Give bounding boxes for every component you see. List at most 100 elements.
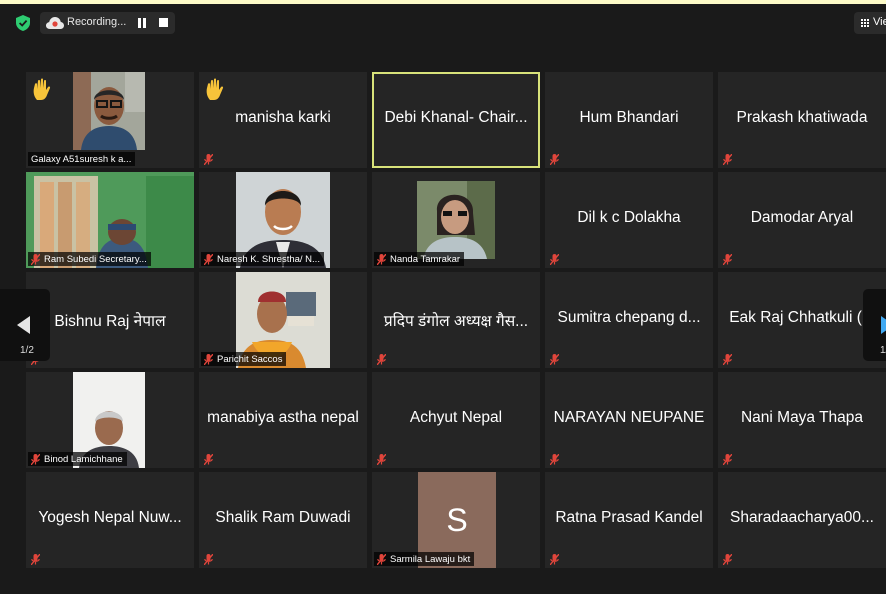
muted-mic-icon [377, 553, 386, 565]
participant-tile-active-speaker[interactable]: Debi Khanal- Chair... [372, 72, 540, 168]
participant-name: Parichit Saccos [217, 353, 283, 365]
participant-tile[interactable]: Nanda Tamrakar [372, 172, 540, 268]
participant-label-tag: Ram Subedi Secretary... [28, 252, 151, 266]
participant-name: Sharadaacharya00... [730, 509, 874, 526]
participant-name: Bishnu Raj नेपाल [54, 313, 166, 330]
participant-tile[interactable]: Nani Maya Thapa [718, 372, 886, 468]
participant-name: Debi Khanal- Chair... [384, 109, 528, 126]
muted-mic-icon [204, 554, 213, 565]
muted-mic-icon [204, 253, 213, 265]
participant-tile[interactable]: Ratna Prasad Kandel [545, 472, 713, 568]
participant-video [417, 181, 495, 259]
participant-name: Ram Subedi Secretary... [44, 253, 147, 265]
participant-tile[interactable]: Hum Bhandari [545, 72, 713, 168]
participant-label-tag: Binod Lamichhane [28, 452, 127, 466]
muted-mic-icon [31, 253, 40, 265]
participant-name: Galaxy A51suresh k a... [31, 153, 132, 165]
participant-tile[interactable]: Ram Subedi Secretary... [26, 172, 194, 268]
participant-name: manisha karki [235, 109, 331, 126]
chevron-left-icon [17, 316, 30, 334]
next-page-button[interactable]: 1/ [863, 289, 886, 361]
muted-mic-icon [550, 354, 559, 365]
participant-tile[interactable]: S Sarmila Lawaju bkt [372, 472, 540, 568]
participant-name: Eak Raj Chhatkuli (... [729, 309, 875, 326]
page-indicator: 1/ [880, 345, 886, 356]
chevron-right-icon [881, 316, 886, 334]
participant-name: Sumitra chepang d... [557, 309, 701, 326]
muted-mic-icon [377, 454, 386, 465]
view-button[interactable]: Vie [854, 12, 886, 34]
participant-tile[interactable]: Eak Raj Chhatkuli (... [718, 272, 886, 368]
participant-tile[interactable]: Naresh K. Shrestha/ N... [199, 172, 367, 268]
participant-name: Achyut Nepal [409, 409, 503, 426]
participant-label-tag: Parichit Saccos [201, 352, 287, 366]
participant-tile[interactable]: Galaxy A51suresh k a... [26, 72, 194, 168]
participant-name: Nanda Tamrakar [390, 253, 461, 265]
participant-name: Yogesh Nepal Nuw... [38, 509, 182, 526]
participant-tile[interactable]: Binod Lamichhane [26, 372, 194, 468]
participant-name: Prakash khatiwada [736, 109, 868, 126]
participant-tile[interactable]: Prakash khatiwada [718, 72, 886, 168]
participant-name: Binod Lamichhane [44, 453, 123, 465]
participant-tile[interactable]: Parichit Saccos [199, 272, 367, 368]
zoom-meeting-window: Recording... Vie Galaxy A51suresh k a... [0, 4, 886, 594]
shield-check-icon[interactable] [16, 15, 30, 31]
participant-tile[interactable]: Achyut Nepal [372, 372, 540, 468]
muted-mic-icon [723, 154, 732, 165]
muted-mic-icon [31, 453, 40, 465]
recording-indicator: Recording... [40, 12, 175, 34]
participant-tile[interactable]: Shalik Ram Duwadi [199, 472, 367, 568]
muted-mic-icon [723, 554, 732, 565]
participant-tile[interactable]: manisha karki [199, 72, 367, 168]
cloud-recording-icon [46, 17, 64, 29]
participant-label-tag: Nanda Tamrakar [374, 252, 465, 266]
participant-tile[interactable]: Yogesh Nepal Nuw... [26, 472, 194, 568]
muted-mic-icon [204, 454, 213, 465]
muted-mic-icon [31, 554, 40, 565]
participant-tile[interactable]: प्रदिप डंगोल अध्यक्ष गैस... [372, 272, 540, 368]
muted-mic-icon [377, 354, 386, 365]
top-bar: Recording... Vie [0, 4, 886, 40]
participant-name: Shalik Ram Duwadi [215, 509, 351, 526]
stop-recording-icon[interactable] [159, 18, 168, 27]
grid-view-icon [861, 19, 870, 28]
muted-mic-icon [550, 554, 559, 565]
participant-name: Damodar Aryal [750, 209, 854, 226]
muted-mic-icon [550, 154, 559, 165]
muted-mic-icon [204, 154, 213, 165]
previous-page-button[interactable]: 1/2 [0, 289, 50, 361]
participant-name: प्रदिप डंगोल अध्यक्ष गैस... [383, 313, 529, 330]
recording-label: Recording... [67, 16, 127, 28]
muted-mic-icon [377, 253, 386, 265]
participant-name: Dil k c Dolakha [577, 209, 681, 226]
participant-label-tag: Naresh K. Shrestha/ N... [201, 252, 324, 266]
participant-tile[interactable]: Damodar Aryal [718, 172, 886, 268]
muted-mic-icon [204, 353, 213, 365]
muted-mic-icon [550, 254, 559, 265]
participant-name: Naresh K. Shrestha/ N... [217, 253, 320, 265]
raise-hand-icon [206, 78, 224, 100]
participant-tile[interactable]: NARAYAN NEUPANE [545, 372, 713, 468]
participant-label-tag: Galaxy A51suresh k a... [28, 152, 136, 166]
pause-recording-icon[interactable] [137, 18, 147, 28]
participant-name: manabiya astha nepal [207, 409, 359, 426]
muted-mic-icon [550, 454, 559, 465]
participant-tile[interactable]: Sumitra chepang d... [545, 272, 713, 368]
view-button-label: Vie [873, 16, 886, 28]
muted-mic-icon [723, 354, 732, 365]
muted-mic-icon [723, 254, 732, 265]
participant-tile[interactable]: Sharadaacharya00... [718, 472, 886, 568]
raise-hand-icon [33, 78, 51, 100]
participant-tile[interactable]: Dil k c Dolakha [545, 172, 713, 268]
participant-name: NARAYAN NEUPANE [553, 409, 705, 426]
participant-tile[interactable]: manabiya astha nepal [199, 372, 367, 468]
participant-name: Sarmila Lawaju bkt [390, 553, 471, 565]
participant-name: Ratna Prasad Kandel [555, 509, 703, 526]
avatar-initial: S [446, 502, 468, 538]
participant-label-tag: Sarmila Lawaju bkt [374, 552, 475, 566]
page-indicator: 1/2 [20, 345, 34, 356]
muted-mic-icon [723, 454, 732, 465]
participant-name: Hum Bhandari [579, 109, 679, 126]
participant-video [73, 72, 145, 150]
participant-tile[interactable]: Bishnu Raj नेपाल [26, 272, 194, 368]
